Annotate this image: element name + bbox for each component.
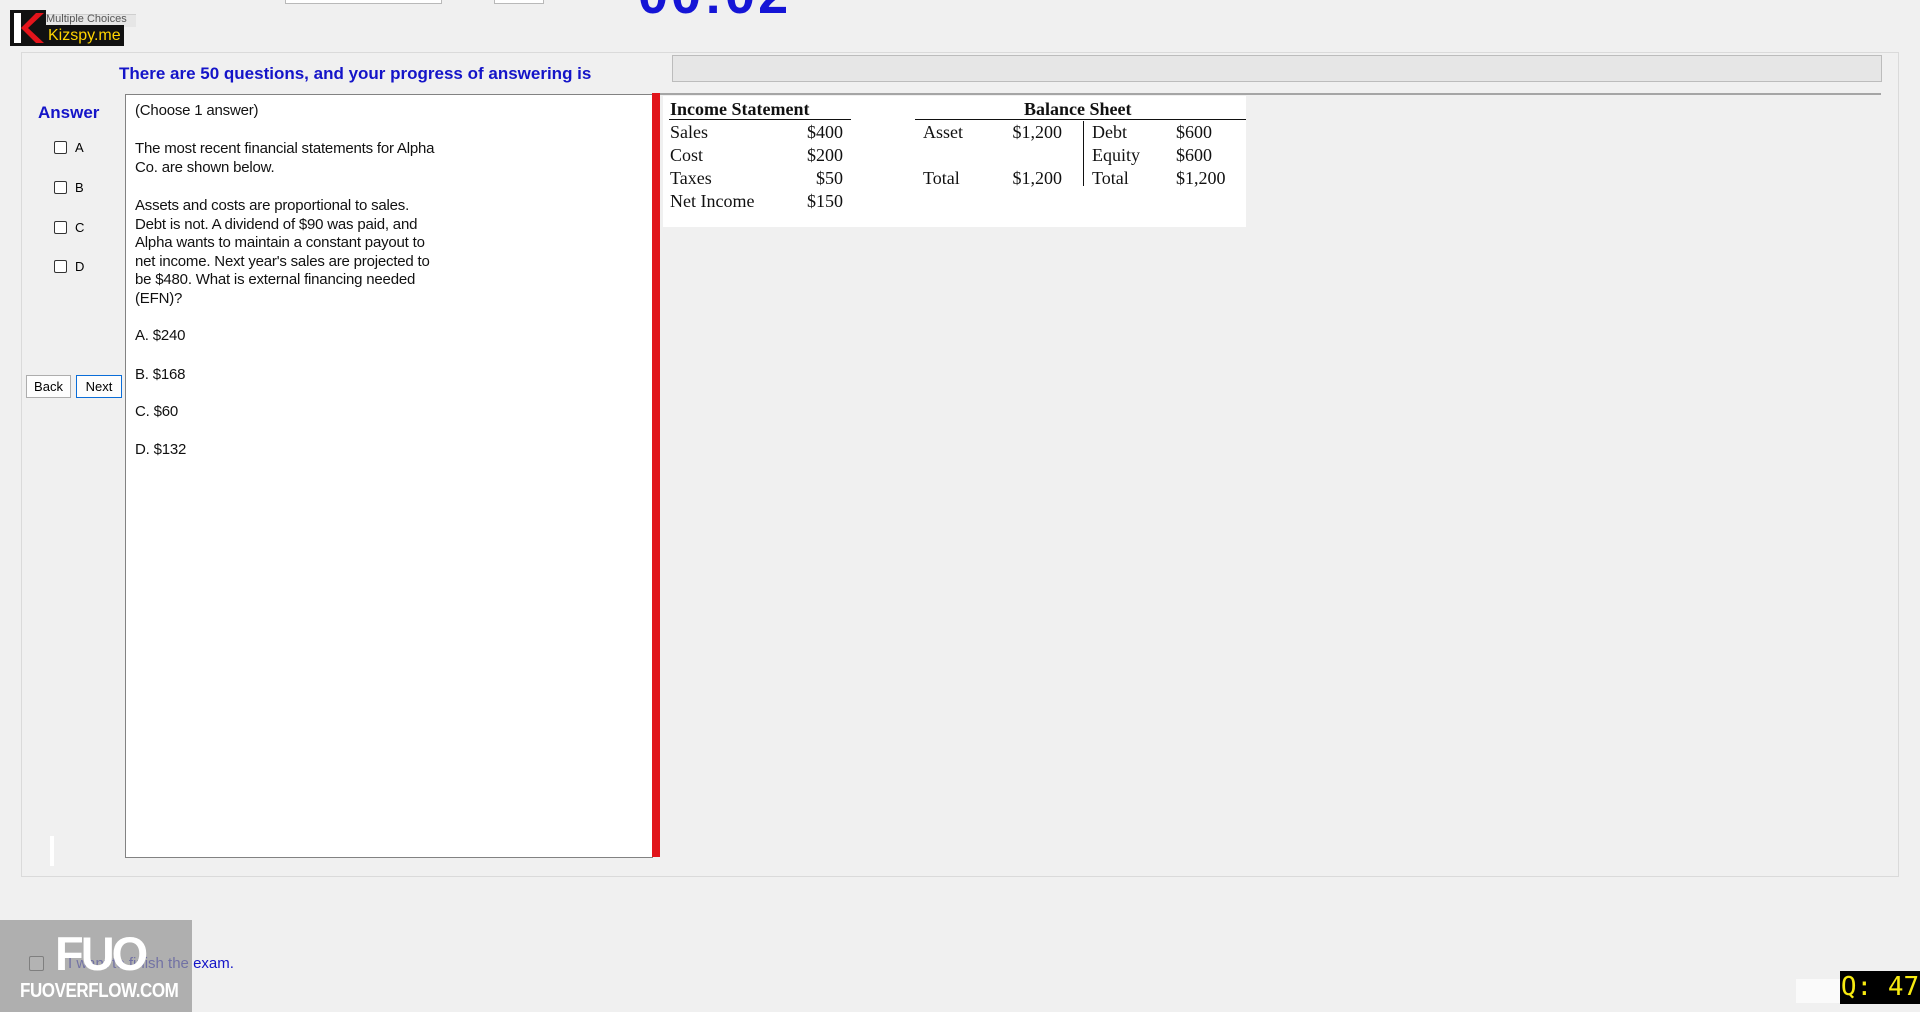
top-small-control[interactable]	[494, 0, 544, 4]
progress-label: There are 50 questions, and your progres…	[119, 64, 592, 83]
liab-total-label: Total	[1092, 168, 1129, 188]
answer-option-a[interactable]: A	[54, 137, 84, 157]
income-value: $50	[816, 168, 843, 188]
debt-label: Debt	[1092, 122, 1127, 142]
fuo-logo-text: FUO	[55, 927, 148, 980]
progress-bar	[672, 55, 1882, 82]
kizspy-watermark-text: Kizspy.me	[46, 25, 124, 46]
question-text-line: Alpha wants to maintain a constant payou…	[135, 234, 425, 252]
equity-label: Equity	[1092, 145, 1140, 165]
asset-label: Asset	[923, 122, 963, 142]
debt-value: $600	[1176, 122, 1212, 142]
checkbox-b[interactable]	[54, 180, 67, 194]
equity-value: $600	[1176, 145, 1212, 165]
counter-background	[1796, 979, 1840, 1003]
scroll-marker	[50, 836, 54, 866]
choice-b: B. $168	[135, 366, 186, 383]
income-statement-title: Income Statement	[670, 99, 810, 119]
checkbox-d[interactable]	[54, 259, 67, 273]
income-label: Sales	[670, 122, 708, 142]
question-text-line: (EFN)?	[135, 290, 183, 307]
answer-option-c[interactable]: C	[54, 217, 84, 237]
kizspy-logo-icon	[10, 10, 46, 46]
income-label: Taxes	[670, 168, 712, 188]
question-text-line: Debt is not. A dividend of $90 was paid,…	[135, 215, 418, 233]
asset-total-label: Total	[923, 168, 960, 188]
question-text-line: Co. are shown below.	[135, 158, 275, 176]
answer-option-d[interactable]: D	[54, 256, 84, 276]
fuoverflow-watermark: FUO FUOVERFLOW.COM	[0, 920, 192, 1012]
option-label-a: A	[75, 139, 84, 155]
choice-a: A. $240	[135, 327, 186, 344]
option-label-b: B	[75, 179, 84, 195]
question-instruction: (Choose 1 answer)	[135, 102, 259, 119]
answer-option-b[interactable]: B	[54, 177, 84, 197]
top-combobox[interactable]	[285, 0, 442, 4]
exam-timer: 00:02	[638, 0, 791, 26]
financial-statements-image: Income Statement Sales $400 Cost $200 Ta…	[663, 96, 1246, 227]
choice-c: C. $60	[135, 403, 178, 420]
choice-d: D. $132	[135, 441, 187, 458]
checkbox-a[interactable]	[54, 140, 67, 154]
asset-value: $1,200	[1012, 122, 1063, 142]
question-text-line: net income. Next year's sales are projec…	[135, 252, 430, 270]
next-button[interactable]: Next	[76, 375, 122, 398]
question-panel[interactable]: (Choose 1 answer) The most recent financ…	[125, 94, 653, 858]
income-value: $400	[807, 122, 843, 142]
income-label: Cost	[670, 145, 704, 165]
income-value: $200	[807, 145, 843, 165]
income-label: Net Income	[670, 191, 755, 211]
liab-total-value: $1,200	[1176, 168, 1226, 188]
income-value: $150	[807, 191, 843, 211]
asset-total-value: $1,200	[1012, 168, 1063, 188]
option-label-c: C	[75, 219, 85, 235]
panel-splitter[interactable]	[652, 93, 660, 857]
answer-title: Answer	[38, 103, 100, 122]
question-text-line: The most recent financial statements for…	[135, 140, 435, 157]
fuo-site-text: FUOVERFLOW.COM	[20, 980, 179, 1002]
back-button[interactable]: Back	[26, 375, 71, 398]
balance-sheet-title: Balance Sheet	[1024, 99, 1132, 119]
question-text-line: be $480. What is external financing need…	[135, 271, 416, 289]
mode-tab-label: Multiple Choices	[46, 13, 127, 25]
option-label-d: D	[75, 258, 85, 274]
question-counter: Q: 47	[1840, 971, 1920, 1004]
checkbox-c[interactable]	[54, 220, 67, 234]
question-text-line: Assets and costs are proportional to sal…	[135, 197, 410, 214]
